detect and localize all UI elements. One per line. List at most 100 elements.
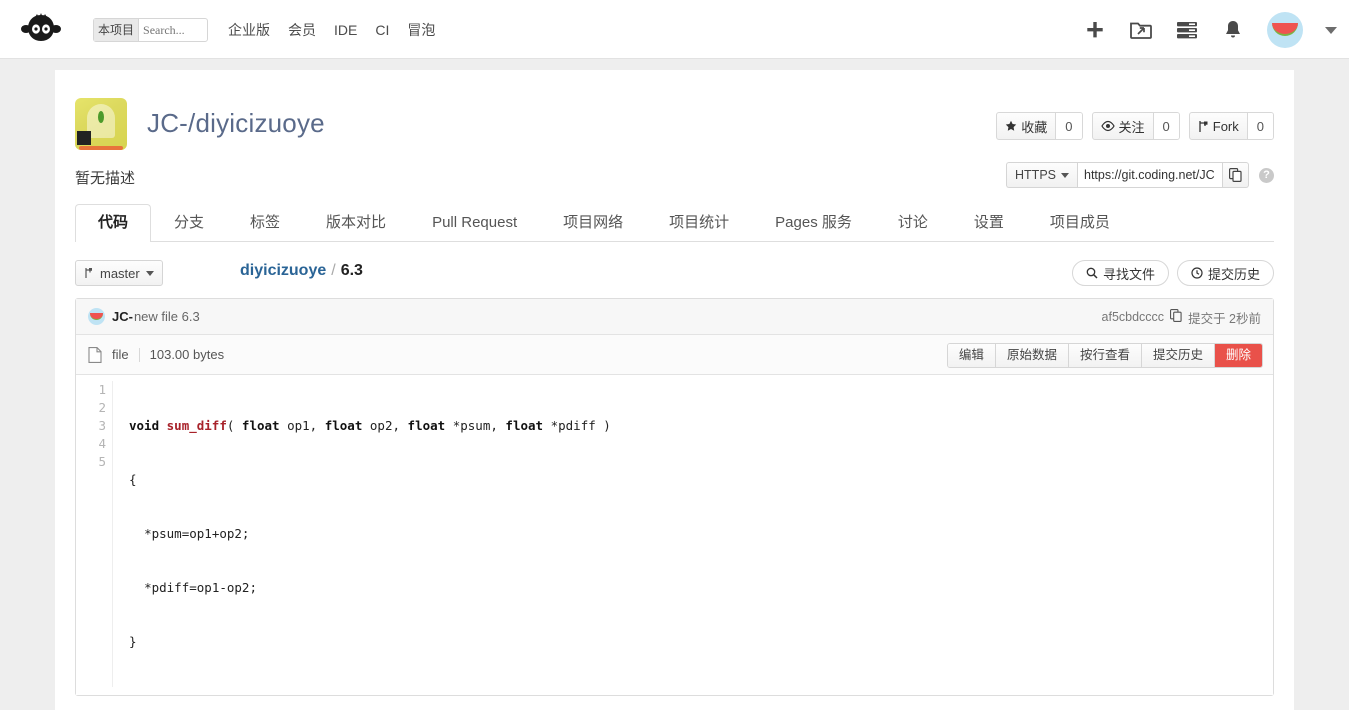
breadcrumb: diyicizuoye /6.3 (240, 262, 363, 280)
watch-label[interactable]: 关注 (1093, 113, 1153, 139)
tab-pull-request[interactable]: Pull Request (409, 204, 540, 242)
plus-icon[interactable] (1083, 18, 1107, 42)
tab-branches[interactable]: 分支 (151, 204, 227, 242)
watch-stat[interactable]: 关注 0 (1091, 112, 1180, 140)
global-search[interactable]: 本项目 (93, 18, 208, 42)
branch-name: master (100, 265, 140, 281)
repository-tabs: 代码 分支 标签 版本对比 Pull Request 项目网络 项目统计 Pag… (75, 203, 1274, 242)
chevron-down-icon (145, 270, 154, 276)
clone-url-input[interactable] (1077, 162, 1223, 188)
file-history-button[interactable]: 提交历史 (1141, 344, 1215, 367)
line-number-gutter: 1 2 3 4 5 (76, 381, 113, 687)
commit-sha[interactable]: af5cbdcccc (1102, 310, 1165, 324)
commit-author-avatar (88, 308, 105, 325)
star-icon (1006, 120, 1017, 131)
repository-stats: 收藏 0 关注 0 Fork 0 (996, 112, 1274, 140)
tab-settings[interactable]: 设置 (951, 204, 1027, 242)
breadcrumb-separator: / (331, 262, 336, 279)
find-file-label: 寻找文件 (1102, 266, 1155, 282)
tab-tags[interactable]: 标签 (227, 204, 303, 242)
commit-bar: JC- new file 6.3 af5cbdcccc 提交于 2秒前 (76, 299, 1273, 335)
folder-share-icon[interactable] (1129, 18, 1153, 42)
page-title: JC-/diyicizuoye (147, 108, 325, 139)
file-meta: file 103.00 bytes (88, 346, 225, 363)
line-number: 5 (98, 454, 106, 469)
star-stat[interactable]: 收藏 0 (996, 112, 1083, 140)
commit-author-name[interactable]: JC- (112, 309, 133, 324)
nav-link-1[interactable]: 会员 (288, 20, 316, 40)
primary-nav: 企业版 会员 IDE CI 冒泡 (228, 20, 435, 40)
nav-link-3[interactable]: CI (375, 20, 389, 40)
nav-link-4[interactable]: 冒泡 (407, 20, 435, 40)
coding-logo[interactable] (20, 12, 62, 48)
line-number: 4 (98, 436, 106, 451)
top-nav-actions (1083, 8, 1337, 52)
avatar[interactable] (1267, 12, 1303, 48)
commit-time: 提交于 2秒前 (1188, 311, 1261, 326)
watermelon-glyph (90, 313, 103, 320)
tab-statistics[interactable]: 项目统计 (646, 204, 752, 242)
tab-pages-service[interactable]: Pages 服务 (752, 204, 875, 242)
fork-icon (1199, 120, 1208, 132)
tab-compare[interactable]: 版本对比 (303, 204, 409, 242)
fork-count: 0 (1246, 113, 1273, 139)
commit-history-button[interactable]: 提交历史 (1176, 260, 1274, 286)
tab-discussion[interactable]: 讨论 (875, 204, 951, 242)
file-action-buttons: 编辑 原始数据 按行查看 提交历史 删除 (946, 343, 1263, 368)
code-lines[interactable]: void sum_diff( float op1, float op2, flo… (113, 381, 611, 687)
repository-title-link[interactable]: JC-/diyicizuoye (147, 108, 325, 138)
star-text: 收藏 (1021, 119, 1048, 135)
search-icon (1086, 267, 1098, 279)
blame-button[interactable]: 按行查看 (1068, 344, 1142, 367)
clock-icon (1191, 267, 1203, 279)
repository-header: JC-/diyicizuoye 收藏 0 关注 0 Fork 0 (75, 70, 1274, 155)
top-navigation-bar: 本项目 企业版 会员 IDE CI 冒泡 (0, 0, 1349, 59)
breadcrumb-file: 6.3 (340, 262, 363, 279)
file-meta-divider (138, 347, 140, 362)
search-scope-label[interactable]: 本项目 (94, 19, 140, 41)
find-file-button[interactable]: 寻找文件 (1071, 260, 1169, 286)
file-icon (88, 346, 102, 363)
code-line: *psum=op1+op2; (144, 526, 250, 541)
raw-data-button[interactable]: 原始数据 (995, 344, 1069, 367)
code-viewer: 1 2 3 4 5 void sum_diff( float op1, floa… (76, 375, 1273, 695)
search-input[interactable] (139, 20, 206, 40)
code-line: *pdiff=op1-op2; (144, 580, 257, 595)
copy-icon[interactable] (1223, 162, 1249, 188)
branch-selector[interactable]: master (75, 260, 163, 286)
code-line: } (129, 634, 137, 649)
clone-widget: HTTPS ? (1006, 162, 1274, 188)
branch-icon (85, 268, 92, 278)
clone-protocol-select[interactable]: HTTPS (1006, 162, 1077, 188)
description-row: 暂无描述 HTTPS ? (75, 155, 1274, 203)
stack-icon[interactable] (1175, 18, 1199, 42)
code-line: void sum_diff( float op1, float op2, flo… (129, 418, 611, 433)
fork-stat[interactable]: Fork 0 (1188, 112, 1274, 140)
tab-code[interactable]: 代码 (75, 204, 152, 242)
watermelon-glyph (1272, 23, 1298, 36)
file-bar: file 103.00 bytes 编辑 原始数据 按行查看 提交历史 删除 (76, 335, 1273, 375)
tab-members[interactable]: 项目成员 (1027, 204, 1133, 242)
commit-meta: af5cbdcccc 提交于 2秒前 (1102, 299, 1261, 335)
fork-label[interactable]: Fork (1190, 113, 1247, 139)
commit-message[interactable]: new file 6.3 (134, 309, 200, 324)
line-number: 2 (98, 400, 106, 415)
avatar-bar (79, 146, 123, 150)
line-number: 3 (98, 418, 106, 433)
bell-icon[interactable] (1221, 18, 1245, 42)
star-label[interactable]: 收藏 (997, 113, 1055, 139)
eye-icon (1100, 120, 1115, 132)
copy-icon[interactable] (1170, 309, 1182, 325)
nav-link-0[interactable]: 企业版 (228, 20, 270, 40)
question-icon[interactable]: ? (1259, 167, 1274, 183)
watch-count: 0 (1152, 113, 1179, 139)
breadcrumb-repo-link[interactable]: diyicizuoye (240, 262, 326, 279)
chevron-down-icon[interactable] (1325, 26, 1337, 34)
delete-button[interactable]: 删除 (1214, 344, 1262, 367)
file-size: 103.00 bytes (149, 347, 225, 362)
breadcrumb-row: master diyicizuoye /6.3 寻找文件 提交历史 (75, 250, 1274, 298)
nav-link-2[interactable]: IDE (334, 20, 357, 40)
edit-button[interactable]: 编辑 (947, 344, 996, 367)
tab-network[interactable]: 项目网络 (540, 204, 646, 242)
page-content: JC-/diyicizuoye 收藏 0 关注 0 Fork 0 暂无描述 HT… (55, 70, 1294, 710)
